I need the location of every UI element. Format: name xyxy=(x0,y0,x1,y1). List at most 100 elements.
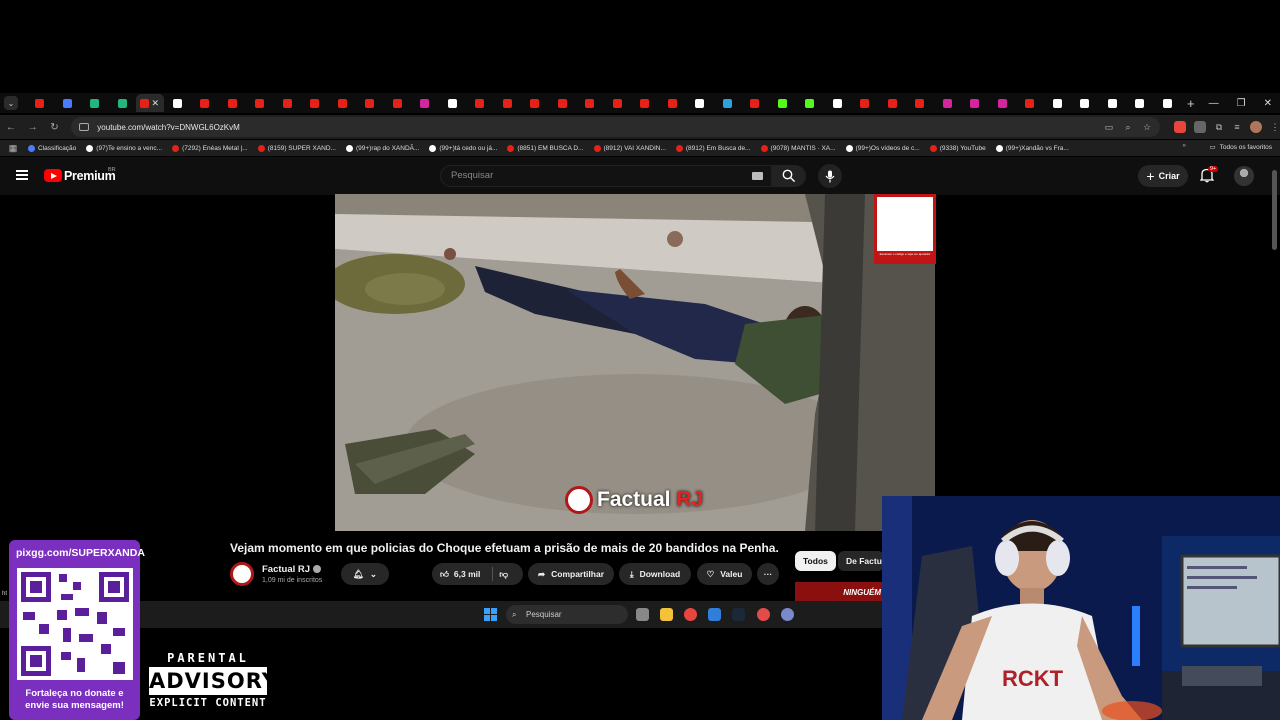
bookmark-item[interactable]: (99+)tá cedo ou já... xyxy=(429,144,497,152)
browser-tab[interactable] xyxy=(109,94,137,112)
browser-tab[interactable] xyxy=(54,94,82,112)
browser-tab[interactable] xyxy=(1099,94,1127,112)
app-icon[interactable] xyxy=(708,608,721,621)
new-tab-button[interactable]: + xyxy=(1187,96,1195,111)
bookmark-item[interactable]: (99+)Xandão vs Fra... xyxy=(995,144,1069,152)
bookmark-item[interactable]: (99+)Os vídeos de c... xyxy=(845,144,920,152)
chrome-menu-icon[interactable]: ⋮ xyxy=(1270,122,1280,132)
bookmark-item[interactable]: (8159) SUPER XAND... xyxy=(257,144,336,152)
browser-tab[interactable] xyxy=(81,94,109,112)
browser-tab[interactable] xyxy=(549,94,577,112)
site-info-icon[interactable] xyxy=(79,123,90,131)
bookmark-item[interactable]: Classificação xyxy=(28,144,76,152)
file-explorer-icon[interactable] xyxy=(660,608,673,621)
like-button[interactable]: 👍︎ 6,3 mil xyxy=(440,569,480,580)
bookmark-item[interactable]: (9338) YouTube xyxy=(929,144,986,152)
account-avatar[interactable] xyxy=(1234,166,1254,186)
all-bookmarks-folder[interactable]: ▭ Todos os favoritos xyxy=(1209,143,1272,152)
youtube-logo-icon[interactable] xyxy=(44,169,62,182)
browser-tab[interactable] xyxy=(659,94,687,112)
browser-tab[interactable] xyxy=(494,94,522,112)
chip-from-channel[interactable]: De Factua xyxy=(838,551,884,571)
browser-tab[interactable] xyxy=(824,94,852,112)
browser-tab[interactable] xyxy=(246,94,274,112)
browser-tab[interactable] xyxy=(934,94,962,112)
forward-icon[interactable]: → xyxy=(22,122,44,133)
dislike-button[interactable]: 👎︎ xyxy=(499,569,508,580)
browser-tab[interactable] xyxy=(26,94,54,112)
page-scrollbar[interactable] xyxy=(1272,170,1277,250)
browser-tab[interactable] xyxy=(604,94,632,112)
browser-tab[interactable] xyxy=(1016,94,1044,112)
task-view-icon[interactable] xyxy=(636,608,649,621)
bookmark-item[interactable]: (8912) Em Busca de... xyxy=(675,144,751,152)
more-actions-button[interactable]: ··· xyxy=(757,563,779,585)
browser-tab[interactable] xyxy=(356,94,384,112)
bookmark-item[interactable]: (9078) MANTIS · XA... xyxy=(760,144,836,152)
browser-tab[interactable] xyxy=(164,94,192,112)
create-button[interactable]: + Criar xyxy=(1138,165,1188,187)
browser-tab[interactable] xyxy=(191,94,219,112)
channel-name-row[interactable]: Factual RJ xyxy=(262,564,322,575)
browser-tab[interactable] xyxy=(796,94,824,112)
browser-tab[interactable] xyxy=(741,94,769,112)
channel-avatar[interactable] xyxy=(230,562,254,586)
browser-tab[interactable] xyxy=(714,94,742,112)
chip-all[interactable]: Todos xyxy=(795,551,836,571)
settings-icon[interactable] xyxy=(781,608,794,621)
windows-start-icon[interactable] xyxy=(484,608,497,621)
tab-search-button[interactable]: ⌄ xyxy=(4,96,18,110)
browser-tab[interactable] xyxy=(576,94,604,112)
subscribed-notifications-button[interactable]: 🔔︎ ⌄ xyxy=(341,563,389,585)
browser-tab[interactable] xyxy=(1071,94,1099,112)
related-video-thumbnail[interactable]: NINGUÉM xyxy=(795,582,883,602)
voice-search-button[interactable] xyxy=(818,164,842,188)
menu-icon[interactable] xyxy=(16,170,28,180)
search-input[interactable]: Pesquisar xyxy=(440,165,772,187)
bookmark-item[interactable]: (97)Te ensino a venc... xyxy=(86,144,162,152)
browser-tab[interactable] xyxy=(879,94,907,112)
more-bookmarks-icon[interactable]: » xyxy=(1182,142,1186,149)
browser-tab[interactable] xyxy=(1154,94,1182,112)
browser-tab[interactable] xyxy=(219,94,247,112)
browser-tab[interactable] xyxy=(961,94,989,112)
extension-icon[interactable] xyxy=(1173,121,1186,133)
browser-tab[interactable] xyxy=(631,94,659,112)
bookmark-item[interactable]: (7292) Enéas Metal |... xyxy=(172,144,248,152)
maximize-icon[interactable]: ❐ xyxy=(1237,98,1246,109)
bookmark-item[interactable]: (99+)rap do XANDÃ... xyxy=(345,144,419,152)
browser-tab[interactable] xyxy=(851,94,879,112)
browser-tab[interactable] xyxy=(686,94,714,112)
browser-tab[interactable] xyxy=(989,94,1017,112)
browser-tab[interactable] xyxy=(769,94,797,112)
browser-tab[interactable] xyxy=(301,94,329,112)
browser-tab[interactable] xyxy=(906,94,934,112)
close-tab-icon[interactable]: ✕ xyxy=(151,98,159,109)
browser-tab[interactable] xyxy=(466,94,494,112)
url-field[interactable]: youtube.com/watch?v=DNWGL6OzKvM ▭ ⌕ ☆ xyxy=(71,117,1160,137)
minimize-icon[interactable]: — xyxy=(1209,98,1219,109)
bookmark-item[interactable]: (8851) EM BUSCA D... xyxy=(507,144,584,152)
browser-tab[interactable] xyxy=(439,94,467,112)
back-icon[interactable]: ← xyxy=(0,122,22,133)
share-button[interactable]: ➦ Compartilhar xyxy=(528,563,614,585)
chrome-icon[interactable] xyxy=(684,608,697,621)
extension-icon[interactable] xyxy=(1193,121,1206,133)
cast-icon[interactable]: ▭ xyxy=(1104,122,1114,132)
close-window-icon[interactable]: ✕ xyxy=(1264,98,1272,109)
zoom-icon[interactable]: ⌕ xyxy=(1123,122,1133,132)
browser-tab[interactable] xyxy=(384,94,412,112)
browser-tab[interactable] xyxy=(521,94,549,112)
media-icon[interactable]: ≡ xyxy=(1232,122,1242,132)
browser-tab[interactable] xyxy=(329,94,357,112)
reload-icon[interactable]: ↻ xyxy=(44,122,66,133)
browser-tab[interactable] xyxy=(274,94,302,112)
search-button[interactable] xyxy=(772,165,806,187)
bookmark-item[interactable]: (8912) VAI XANDIN... xyxy=(593,144,666,152)
browser-tab[interactable] xyxy=(411,94,439,112)
browser-tab[interactable] xyxy=(1044,94,1072,112)
thanks-button[interactable]: ♡ Valeu xyxy=(697,563,752,585)
extensions-puzzle-icon[interactable]: ⧉ xyxy=(1214,122,1224,132)
taskbar-search-input[interactable]: ⌕ Pesquisar xyxy=(506,605,628,624)
browser-tab[interactable]: ✕ xyxy=(136,94,164,112)
